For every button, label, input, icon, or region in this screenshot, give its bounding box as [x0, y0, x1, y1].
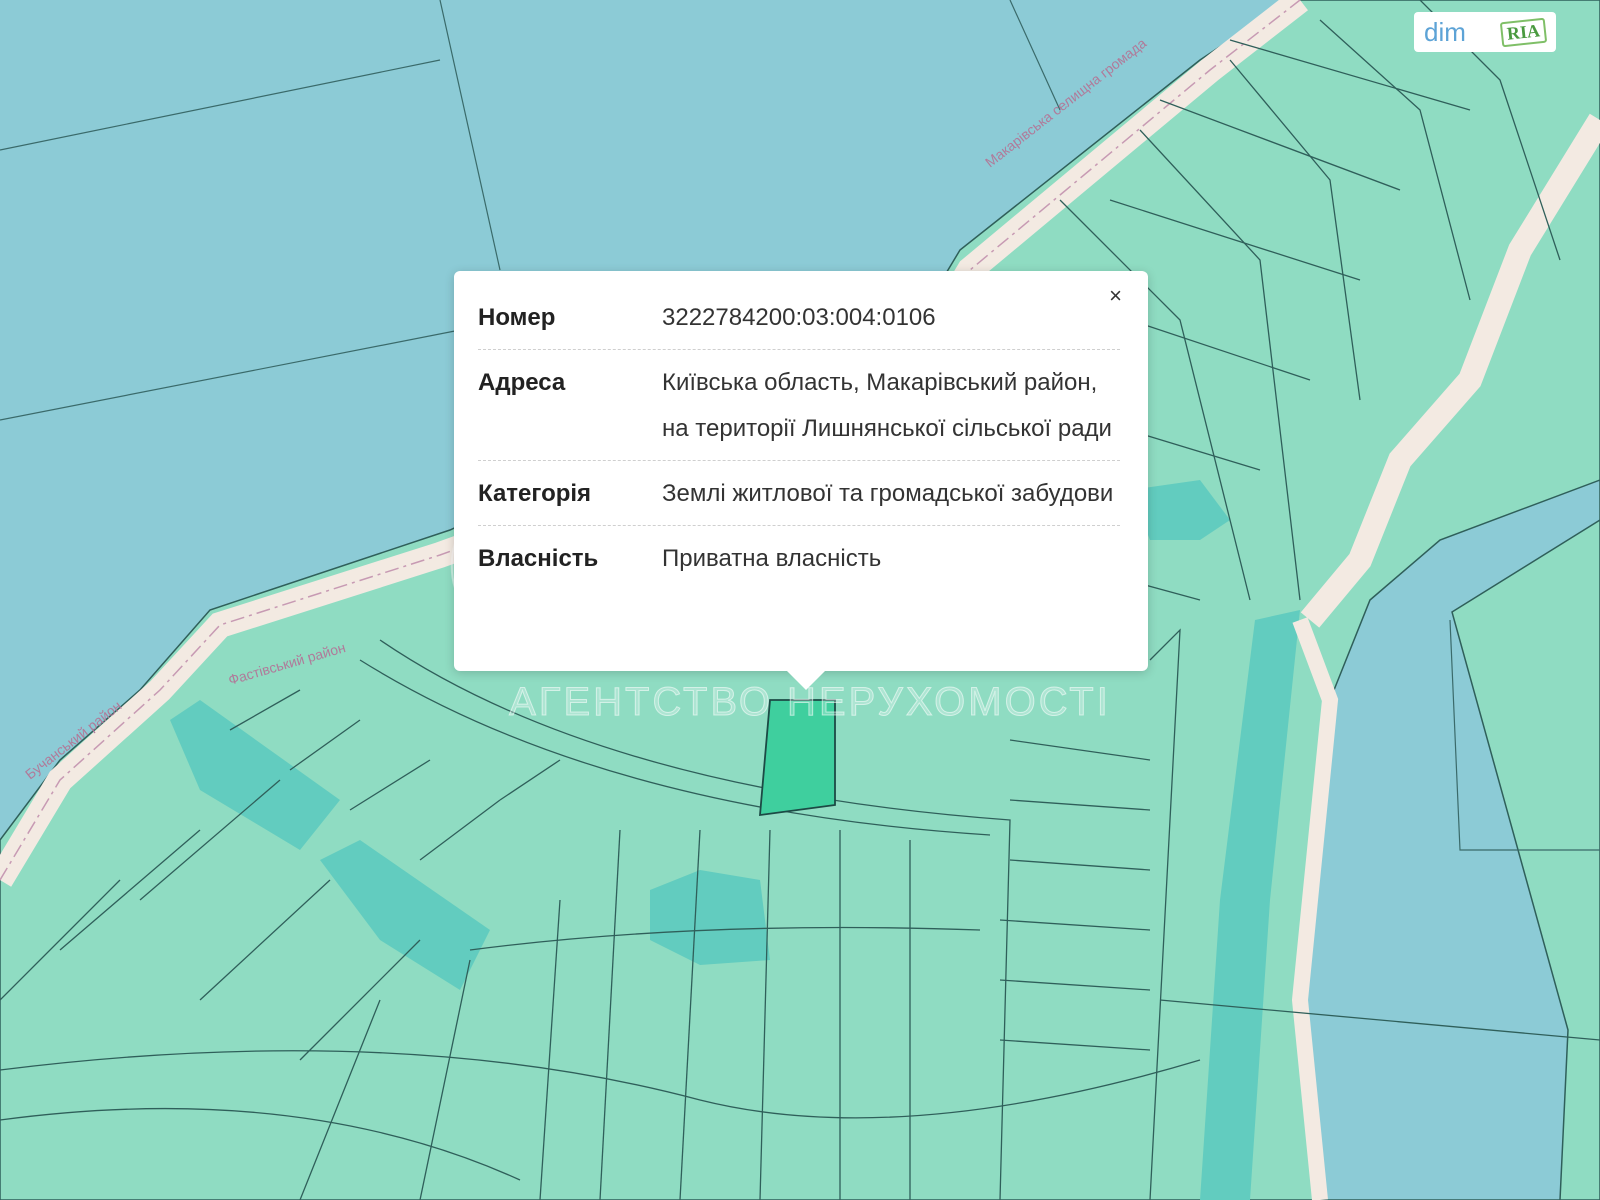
popup-pointer	[786, 670, 826, 690]
logo-ria-text: RIA	[1499, 17, 1548, 47]
info-label: Адреса	[478, 369, 566, 396]
info-row-ownership: Власність Приватна власність	[478, 526, 1120, 590]
info-value: Землі житлової та громадської забудови	[662, 480, 1114, 507]
parcel-info-popup: × Номер 3222784200:03:004:0106 Адреса Ки…	[454, 271, 1148, 671]
info-label: Категорія	[478, 480, 592, 507]
info-value: 3222784200:03:004:0106	[662, 304, 936, 331]
info-value: Приватна власність	[662, 545, 882, 572]
info-label: Номер	[478, 304, 556, 331]
info-label: Власність	[478, 545, 599, 572]
info-row-number: Номер 3222784200:03:004:0106	[478, 285, 1120, 350]
dimria-logo[interactable]: dim RIA	[1414, 12, 1556, 52]
close-icon[interactable]: ×	[1109, 285, 1122, 307]
info-row-address: Адреса Київська область, Макарівський ра…	[478, 350, 1120, 461]
info-row-category: Категорія Землі житлової та громадської …	[478, 461, 1120, 526]
info-value: Київська область, Макарівський район, на…	[662, 369, 1112, 442]
logo-dim-text: dim	[1424, 16, 1466, 47]
selected-parcel	[759, 699, 836, 817]
